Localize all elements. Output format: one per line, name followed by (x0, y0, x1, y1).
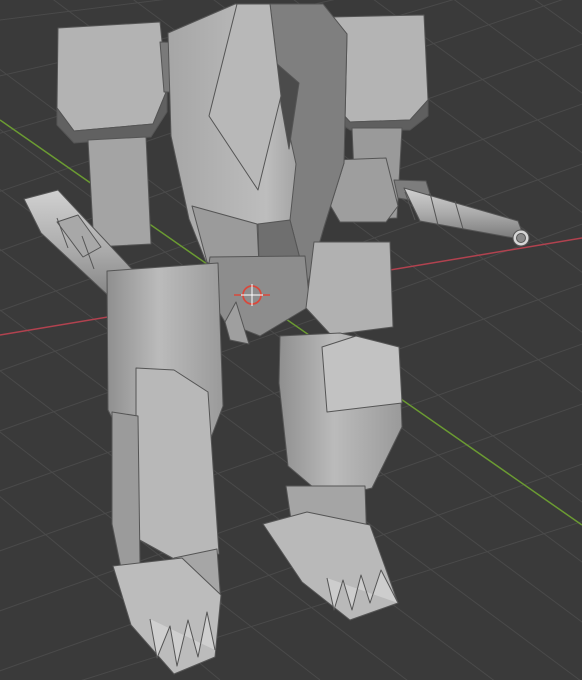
mech-robot-model-icon[interactable] (23, 3, 530, 675)
left-leg[interactable] (106, 262, 224, 675)
blender-3d-viewport[interactable] (0, 0, 582, 680)
viewport-canvas[interactable] (0, 0, 582, 680)
